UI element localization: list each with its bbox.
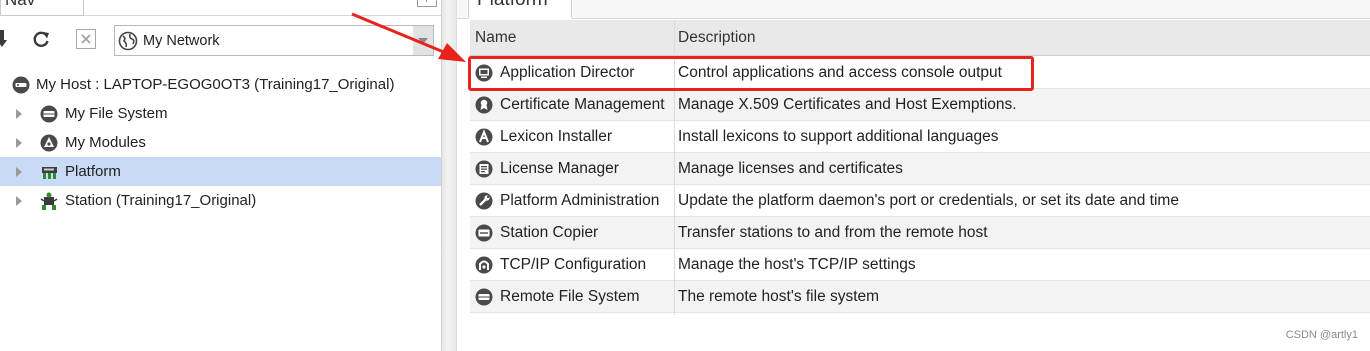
tcpip-icon [475,256,493,274]
nav-tab-bar: Nav [0,0,441,16]
watermark: CSDN @artly1 [1285,329,1358,341]
globe-icon [118,31,138,50]
network-select-value: My Network [143,32,220,49]
row-name: Station Copier [500,224,599,241]
host-icon [12,76,30,93]
nav-pane: Nav My Network [0,0,441,351]
row-name: Certificate Management [500,96,665,113]
expand-arrow-icon[interactable] [16,166,22,177]
expand-arrow-icon[interactable] [16,195,22,206]
table-row-lexicon-installer[interactable]: Lexicon Installer Install lexicons to su… [470,121,1370,153]
tree-item-label: Station (Training17_Original) [65,192,257,209]
tree-item-label: My Host : LAPTOP-EGOG0OT3 (Training17_Or… [36,76,395,93]
station-copier-icon [475,224,493,242]
network-select[interactable]: My Network [114,25,434,56]
row-description: Transfer stations to and from the remote… [678,224,988,241]
file-system-icon [40,105,58,122]
tree-item-station[interactable]: Station (Training17_Original) [0,186,441,215]
maximize-pane-icon[interactable] [417,0,437,7]
row-description: Control applications and access console … [678,64,1002,81]
table-row-license-manager[interactable]: License Manager Manage licenses and cert… [470,153,1370,185]
table-row-certificate-management[interactable]: Certificate Management Manage X.509 Cert… [470,89,1370,121]
column-header-description[interactable]: Description [678,20,756,56]
table-row-tcpip-configuration[interactable]: TCP/IP Configuration Manage the host's T… [470,249,1370,281]
row-description: Manage the host's TCP/IP settings [678,256,916,273]
row-description: Install lexicons to support additional l… [678,128,999,145]
certificate-icon [475,96,493,114]
tree-item-host[interactable]: My Host : LAPTOP-EGOG0OT3 (Training17_Or… [0,70,441,99]
expand-arrow-icon[interactable] [16,108,22,119]
tab-nav[interactable]: Nav [0,0,84,16]
close-button[interactable] [76,29,96,49]
tab-platform[interactable]: Platform [468,0,572,19]
row-description: The remote host's file system [678,288,880,305]
tree-item-label: My File System [65,105,168,122]
row-description: Update the platform daemon's port or cre… [678,192,1179,209]
row-description: Manage X.509 Certificates and Host Exemp… [678,96,1017,113]
nav-toolbar: My Network [0,22,441,56]
row-name: Application Director [500,64,635,81]
platform-icon [42,166,57,179]
expand-arrow-icon[interactable] [16,137,22,148]
table-row-application-director[interactable]: Application Director Control application… [470,57,1370,89]
dropdown-arrow-icon[interactable] [413,26,433,55]
row-name: TCP/IP Configuration [500,256,647,273]
row-name: Platform Administration [500,192,660,209]
column-header-name[interactable]: Name [475,20,516,56]
remote-fs-icon [475,288,493,306]
close-icon [81,34,91,44]
platform-admin-icon [475,192,493,210]
table-row-platform-administration[interactable]: Platform Administration Update the platf… [470,185,1370,217]
table-header: Name Description [470,20,1370,56]
download-icon [0,30,7,47]
app-director-icon [475,64,493,82]
table-row-station-copier[interactable]: Station Copier Transfer stations to and … [470,217,1370,249]
refresh-button[interactable] [30,28,52,50]
row-description: Manage licenses and certificates [678,160,903,177]
row-name: Lexicon Installer [500,128,613,145]
column-divider[interactable] [674,20,675,315]
license-icon [475,160,493,178]
table-row-remote-file-system[interactable]: Remote File System The remote host's fil… [470,281,1370,313]
tree-item-platform[interactable]: Platform [0,157,441,186]
refresh-icon [33,31,49,47]
row-name: License Manager [500,160,619,177]
platform-tab-bar: Platform [457,0,1370,19]
download-button[interactable] [0,28,10,50]
tree-item-modules[interactable]: My Modules [0,128,441,157]
modules-icon [40,134,58,151]
station-icon [40,192,58,210]
platform-pane: Platform Name Description Application Di… [457,0,1370,351]
tree-item-file-system[interactable]: My File System [0,99,441,128]
lexicon-icon [475,128,493,146]
tree-item-label: My Modules [65,134,146,151]
tree-item-label: Platform [65,163,121,180]
pane-splitter[interactable] [441,0,457,351]
row-name: Remote File System [500,288,640,305]
